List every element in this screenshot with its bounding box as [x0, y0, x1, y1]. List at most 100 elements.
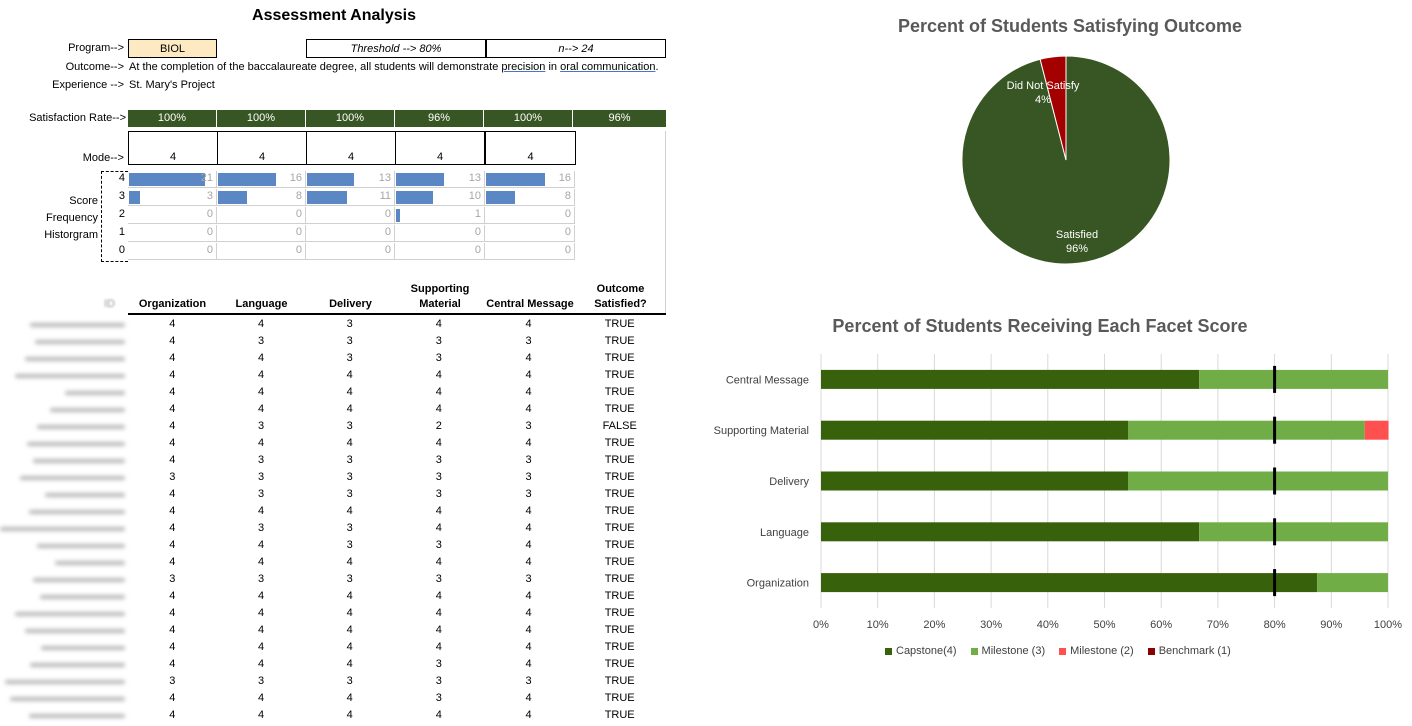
table-cell[interactable]: 3 — [305, 520, 394, 537]
table-cell[interactable]: 4 — [484, 588, 574, 605]
table-cell[interactable]: TRUE — [573, 469, 666, 486]
table-cell[interactable]: 3 — [128, 571, 217, 588]
hist-cell[interactable]: 0 — [217, 207, 306, 224]
table-cell[interactable]: 4 — [484, 367, 574, 384]
table-cell[interactable]: 4 — [394, 520, 484, 537]
table-cell[interactable]: 4 — [305, 384, 394, 401]
table-cell[interactable]: 3 — [305, 452, 394, 469]
table-cell[interactable]: 4 — [128, 418, 217, 435]
table-cell[interactable]: 3 — [305, 333, 394, 350]
bar-segment[interactable] — [821, 420, 1129, 440]
hist-cell[interactable]: 11 — [306, 189, 395, 206]
table-cell[interactable]: TRUE — [573, 333, 666, 350]
table-cell[interactable]: TRUE — [573, 537, 666, 554]
table-cell[interactable]: TRUE — [573, 554, 666, 571]
table-cell[interactable]: 4 — [217, 656, 306, 673]
satisfaction-rate-cell[interactable]: 100% — [128, 110, 217, 127]
table-cell[interactable]: FALSE — [573, 418, 666, 435]
table-cell[interactable]: 4 — [128, 401, 217, 418]
table-cell[interactable]: TRUE — [573, 384, 666, 401]
table-cell[interactable]: 4 — [484, 537, 574, 554]
table-cell[interactable]: 3 — [305, 350, 394, 367]
table-cell[interactable]: 4 — [394, 503, 484, 520]
column-header[interactable]: Supporting Material — [395, 282, 485, 314]
hist-cell[interactable]: 0 — [485, 207, 575, 224]
table-cell[interactable]: TRUE — [573, 520, 666, 537]
bar-segment[interactable] — [821, 471, 1129, 491]
table-cell[interactable]: TRUE — [573, 622, 666, 639]
table-cell[interactable]: 4 — [128, 384, 217, 401]
hist-cell[interactable]: 8 — [217, 189, 306, 206]
table-cell[interactable]: 3 — [305, 418, 394, 435]
hist-cell[interactable]: 13 — [306, 171, 395, 188]
table-cell[interactable]: 4 — [484, 605, 574, 622]
table-cell[interactable]: 3 — [394, 656, 484, 673]
table-cell[interactable]: 4 — [484, 639, 574, 656]
table-cell[interactable]: 4 — [394, 367, 484, 384]
table-cell[interactable]: 4 — [128, 520, 217, 537]
table-cell[interactable]: TRUE — [573, 367, 666, 384]
table-cell[interactable]: 4 — [217, 435, 306, 452]
table-cell[interactable]: 4 — [217, 554, 306, 571]
table-cell[interactable]: TRUE — [573, 452, 666, 469]
table-cell[interactable]: 4 — [128, 350, 217, 367]
table-cell[interactable]: 4 — [305, 367, 394, 384]
table-cell[interactable]: 4 — [305, 690, 394, 707]
table-cell[interactable]: 4 — [394, 707, 484, 724]
bar-segment[interactable] — [1128, 471, 1388, 491]
satisfaction-rate-cell[interactable]: 100% — [484, 110, 573, 127]
program-value-cell[interactable]: BIOL — [128, 39, 217, 58]
table-cell[interactable]: 3 — [484, 469, 574, 486]
mode-cell[interactable]: 4 — [217, 131, 307, 165]
hist-cell[interactable]: 0 — [217, 243, 306, 260]
table-cell[interactable]: 3 — [217, 452, 306, 469]
table-cell[interactable]: 4 — [128, 605, 217, 622]
hist-cell[interactable]: 10 — [395, 189, 485, 206]
table-cell[interactable]: 4 — [305, 554, 394, 571]
table-cell[interactable]: 3 — [484, 486, 574, 503]
bar-segment[interactable] — [1199, 369, 1388, 389]
table-cell[interactable]: 4 — [484, 690, 574, 707]
hist-cell[interactable]: 0 — [128, 225, 217, 242]
table-cell[interactable]: 4 — [128, 622, 217, 639]
table-cell[interactable]: 3 — [394, 333, 484, 350]
sample-size-cell[interactable]: n--> 24 — [486, 39, 666, 58]
bar-segment[interactable] — [1317, 573, 1388, 593]
hist-cell[interactable]: 8 — [485, 189, 575, 206]
table-cell[interactable]: 4 — [484, 384, 574, 401]
table-cell[interactable]: 4 — [217, 588, 306, 605]
table-cell[interactable]: 3 — [394, 452, 484, 469]
table-cell[interactable]: 3 — [128, 469, 217, 486]
table-cell[interactable]: 4 — [128, 690, 217, 707]
table-cell[interactable]: 4 — [305, 503, 394, 520]
mode-cell[interactable]: 4 — [128, 131, 218, 165]
table-cell[interactable]: 4 — [217, 350, 306, 367]
table-cell[interactable]: 4 — [394, 384, 484, 401]
table-cell[interactable]: 4 — [128, 588, 217, 605]
table-cell[interactable]: 4 — [394, 639, 484, 656]
hist-cell[interactable]: 0 — [217, 225, 306, 242]
table-cell[interactable]: 3 — [394, 486, 484, 503]
table-cell[interactable]: 4 — [394, 401, 484, 418]
table-cell[interactable]: 4 — [484, 554, 574, 571]
hist-cell[interactable]: 16 — [485, 171, 575, 188]
column-header[interactable]: Organization — [128, 282, 217, 314]
table-cell[interactable]: 4 — [217, 707, 306, 724]
column-header[interactable]: Outcome Satisfied? — [575, 282, 666, 314]
table-cell[interactable]: 4 — [305, 605, 394, 622]
table-cell[interactable]: 4 — [484, 435, 574, 452]
table-cell[interactable]: 4 — [128, 656, 217, 673]
table-cell[interactable]: 3 — [217, 673, 306, 690]
table-cell[interactable]: 4 — [217, 401, 306, 418]
table-cell[interactable]: 3 — [217, 571, 306, 588]
table-cell[interactable]: 4 — [128, 435, 217, 452]
table-cell[interactable]: 3 — [484, 333, 574, 350]
table-cell[interactable]: 4 — [128, 503, 217, 520]
table-cell[interactable]: 4 — [128, 316, 217, 333]
table-cell[interactable]: 3 — [217, 486, 306, 503]
table-cell[interactable]: 4 — [217, 622, 306, 639]
hist-cell[interactable]: 13 — [395, 171, 485, 188]
table-cell[interactable]: TRUE — [573, 571, 666, 588]
table-cell[interactable]: 4 — [305, 639, 394, 656]
column-header[interactable]: Language — [217, 282, 306, 314]
